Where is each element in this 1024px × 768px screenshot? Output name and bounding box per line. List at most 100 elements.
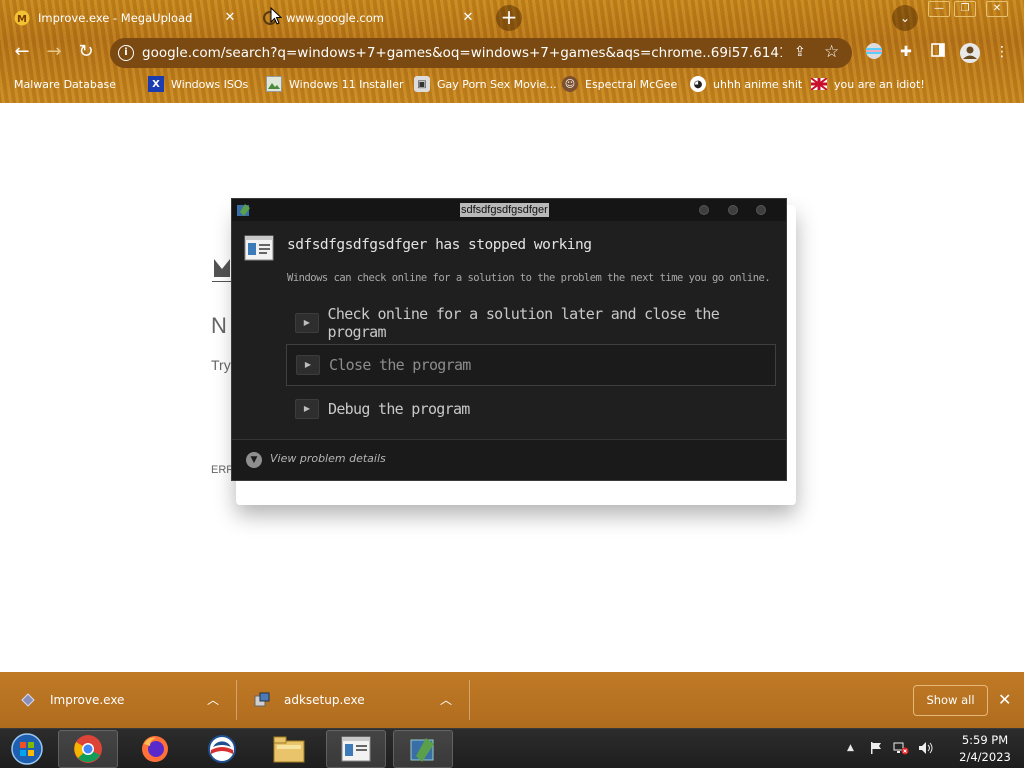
installer-icon (254, 692, 270, 708)
bookmark-espectral-mcgee[interactable]: ☺ Espectral McGee (562, 75, 677, 93)
bookmark-site-link[interactable]: ▣ Gay Porn Sex Movie... (414, 75, 557, 93)
minimize-button[interactable]: — (928, 1, 950, 17)
bookmark-label: Malware Database (14, 77, 117, 91)
megaupload-favicon-icon: M (14, 10, 30, 26)
show-all-button[interactable]: Show all (913, 685, 988, 716)
maximize-button[interactable]: ❐ (954, 1, 976, 17)
bookmarks-bar: Malware Database X Windows ISOs Windows … (0, 72, 1024, 96)
program-window-icon (244, 235, 274, 261)
address-bar[interactable]: i google.com/search?q=windows+7+games&oq… (110, 38, 852, 68)
action-center-flag-icon[interactable] (869, 741, 883, 758)
option-label: Check online for a solution later and cl… (327, 305, 720, 341)
dialog-title: sdfsdfgsdfgsdfger (460, 203, 549, 217)
error-hint-fragment: Try (211, 357, 231, 373)
dialog-minimize-button[interactable] (699, 205, 709, 215)
new-tab-button[interactable]: + (496, 5, 522, 31)
volume-icon[interactable] (918, 741, 934, 758)
file-explorer-icon[interactable] (259, 730, 319, 768)
share-icon[interactable]: ⇪ (794, 44, 806, 60)
bookmark-label: Windows ISOs (171, 77, 249, 91)
arrow-right-icon: ▶ (296, 355, 320, 375)
option-label: Debug the program (328, 400, 470, 418)
chevron-down-icon[interactable]: ▼ (246, 452, 262, 468)
download-bar: Improve.exe ︿ adksetup.exe ︿ Show all ✕ (0, 672, 1024, 728)
character-icon: ☺ (562, 76, 578, 92)
arrow-right-icon: ▶ (295, 313, 319, 333)
bookmark-label: uhhh anime shit (713, 77, 803, 91)
dialog-heading: sdfsdfgsdfgsdfger has stopped working (287, 237, 592, 253)
bookmark-label: you are an idiot! (834, 77, 925, 91)
x-logo-icon: X (148, 76, 164, 92)
bookmark-windows-11-installer[interactable]: Windows 11 Installer (266, 75, 404, 93)
divider (236, 680, 237, 720)
download-item-improve[interactable]: Improve.exe (20, 672, 124, 728)
check-online-option[interactable]: ▶ Check online for a solution later and … (286, 302, 776, 344)
firefox-icon[interactable] (125, 730, 185, 768)
download-filename: Improve.exe (50, 693, 125, 707)
tab-title: Improve.exe - MegaUpload (38, 11, 193, 25)
close-program-option[interactable]: ▶ Close the program (286, 344, 776, 386)
network-error-icon[interactable] (893, 741, 909, 758)
anime-icon: ◕ (690, 76, 706, 92)
bookmark-windows-isos[interactable]: X Windows ISOs (148, 75, 248, 93)
flag-icon (811, 76, 827, 92)
error-dialog: sdfsdfgsdfgsdfger sdfsdfgsdfgsdfger has … (231, 198, 787, 481)
dialog-description: Windows can check online for a solution … (287, 272, 771, 284)
tab-title: www.google.com (286, 11, 384, 25)
obama-logo-icon[interactable] (192, 730, 252, 768)
dialog-footer: ▼ View problem details (232, 439, 786, 480)
side-panel-icon[interactable] (928, 42, 948, 62)
site-info-icon[interactable]: i (118, 45, 134, 61)
system-restore-icon[interactable] (393, 730, 453, 768)
navigation-bar: ← → ↻ i google.com/search?q=windows+7+ga… (0, 34, 1024, 70)
dialog-maximize-button[interactable] (728, 205, 738, 215)
start-orb-icon[interactable] (0, 730, 54, 768)
chevron-up-icon[interactable]: ︿ (440, 691, 452, 708)
clock-date[interactable]: 2/4/2023 (950, 750, 1020, 764)
chrome-icon[interactable] (58, 730, 118, 768)
debug-program-option[interactable]: ▶ Debug the program (286, 388, 776, 430)
back-button[interactable]: ← (10, 40, 34, 64)
bookmark-malware-database[interactable]: Malware Database (14, 75, 116, 93)
extensions-puzzle-icon[interactable]: ✚ (896, 42, 916, 62)
app-window-icon[interactable] (326, 730, 386, 768)
file-icon (20, 692, 36, 708)
browser-menu-icon[interactable]: ⋮ (992, 42, 1012, 62)
bookmark-anime[interactable]: ◕ uhhh anime shit (690, 75, 802, 93)
profile-avatar-icon[interactable] (958, 42, 982, 63)
close-download-bar-icon[interactable]: ✕ (998, 690, 1011, 709)
chevron-up-icon[interactable]: ︿ (207, 691, 219, 708)
bookmark-label: Windows 11 Installer (289, 77, 404, 91)
error-heading-fragment: N (211, 313, 227, 338)
tab-close-icon[interactable]: ✕ (222, 10, 238, 25)
mouse-cursor-icon (270, 6, 283, 25)
taskbar: ▲ 5:59 PM 2/4/2023 (0, 728, 1024, 768)
tab-google[interactable]: www.google.com ✕ (262, 4, 484, 32)
svg-text:M: M (17, 14, 27, 25)
bookmark-star-icon[interactable]: ☆ (824, 42, 839, 62)
browser-frame: M Improve.exe - MegaUpload ✕ www.google.… (0, 0, 1024, 103)
tab-improve-megaupload[interactable]: M Improve.exe - MegaUpload ✕ (14, 4, 246, 32)
bookmark-you-are-an-idiot[interactable]: you are an idiot! (811, 75, 925, 93)
url-text[interactable]: google.com/search?q=windows+7+games&oq=w… (142, 45, 782, 61)
reload-button[interactable]: ↻ (74, 40, 98, 64)
dialog-close-button[interactable] (756, 205, 766, 215)
divider (469, 680, 470, 720)
tab-strip: M Improve.exe - MegaUpload ✕ www.google.… (0, 0, 1024, 34)
tab-close-icon[interactable]: ✕ (460, 10, 476, 25)
extension-flag-icon[interactable] (864, 42, 884, 62)
dialog-titlebar[interactable]: sdfsdfgsdfgsdfger (232, 199, 786, 221)
download-filename: adksetup.exe (284, 693, 365, 707)
bookmark-label: Gay Porn Sex Movie... (437, 77, 557, 91)
forward-button[interactable]: → (42, 40, 66, 64)
site-icon: ▣ (414, 76, 430, 92)
dino-icon (212, 255, 232, 283)
view-problem-details-link[interactable]: View problem details (270, 452, 386, 465)
bookmark-label: Espectral McGee (585, 77, 678, 91)
tab-search-button[interactable]: ⌄ (892, 5, 918, 31)
close-window-button[interactable]: ✕ (986, 1, 1008, 17)
arrow-right-icon: ▶ (295, 399, 319, 419)
show-hidden-icons-icon[interactable]: ▲ (847, 743, 854, 753)
clock-time[interactable]: 5:59 PM (950, 733, 1020, 747)
download-item-adksetup[interactable]: adksetup.exe (254, 672, 365, 728)
